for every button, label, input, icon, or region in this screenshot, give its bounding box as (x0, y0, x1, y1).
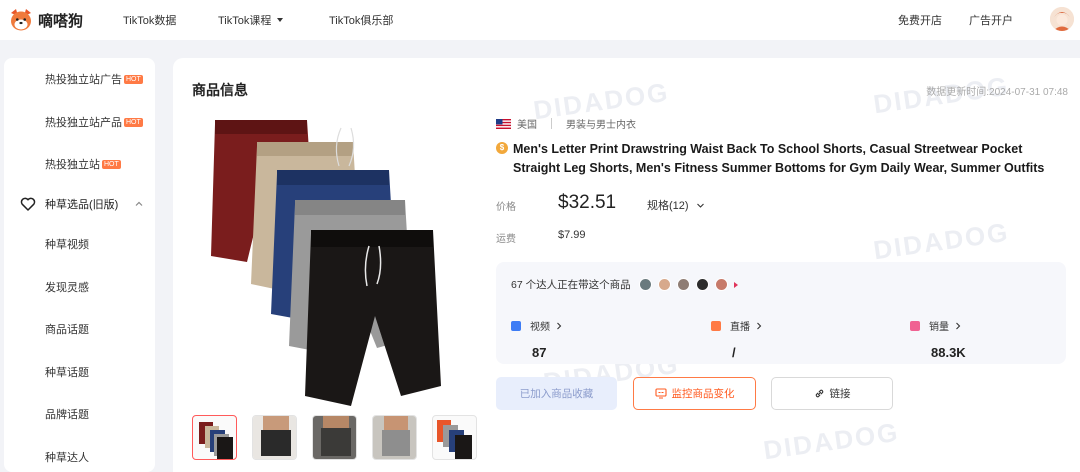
creators-count-text: 67 个达人正在带这个商品 (511, 279, 631, 291)
logo-text: 嘀嗒狗 (38, 12, 84, 30)
product-title-row: $ Men's Letter Print Drawstring Waist Ba… (496, 140, 1056, 178)
thumbnail[interactable] (432, 415, 477, 460)
shipping-label: 运费 (496, 234, 516, 245)
sidebar-item-hot-products[interactable]: 热投独立站产品 HOT (45, 114, 143, 130)
sidebar-item-hot-sites[interactable]: 热投独立站 HOT (45, 156, 121, 172)
chevron-right-icon (956, 322, 961, 329)
nav-tiktok-course-label: TikTok课程 (218, 15, 272, 27)
thumbnail[interactable] (252, 415, 297, 460)
stat-live[interactable]: 直播 / (711, 318, 762, 360)
sidebar-item-inspiration[interactable]: 发现灵感 (45, 279, 89, 295)
stat-videos[interactable]: 视频 87 (511, 318, 562, 360)
chevron-up-icon (135, 201, 143, 206)
data-update-time: 数据更新时间:2024-07-31 07:48 (926, 87, 1068, 98)
hot-badge: HOT (124, 74, 143, 84)
section-title: 商品信息 (192, 82, 248, 98)
link-button-label: 链接 (829, 388, 851, 400)
stat-value: / (732, 345, 736, 360)
creator-avatar (638, 278, 652, 291)
thumbnail[interactable] (372, 415, 417, 460)
chevron-down-icon (696, 203, 704, 208)
dog-logo-icon (11, 9, 31, 31)
sales-icon (910, 320, 920, 331)
stat-sales[interactable]: 销量 88.3K (910, 318, 966, 360)
product-price: $32.51 (558, 192, 617, 213)
sidebar-group-seeding[interactable]: 种草选品(旧版) (20, 196, 144, 212)
spec-dropdown[interactable]: 规格(12) (647, 197, 705, 213)
thumbnail[interactable] (192, 415, 237, 460)
sidebar: 热投独立站广告 HOT 热投独立站产品 HOT 热投独立站 HOT 种草选品(旧… (4, 58, 155, 472)
sidebar-group-label: 种草选品(旧版) (45, 199, 119, 211)
free-store-link[interactable]: 免费开店 (898, 12, 942, 28)
divider (551, 118, 552, 129)
chevron-right-icon (557, 322, 562, 329)
logo[interactable]: 嘀嗒狗 (8, 7, 83, 33)
user-avatar[interactable] (1050, 7, 1074, 31)
heart-icon (20, 197, 36, 211)
watermark: DIDADOG (871, 216, 1012, 266)
shipping-fee: $7.99 (558, 229, 586, 241)
product-main-image[interactable] (211, 116, 473, 406)
price-label: 价格 (496, 202, 516, 213)
nav-tiktok-course[interactable]: TikTok课程 (218, 12, 284, 28)
monitor-button-label: 监控商品变化 (671, 388, 735, 400)
creator-avatars (638, 278, 738, 291)
category-label[interactable]: 男装与男士内衣 (566, 116, 636, 131)
more-arrow-icon (733, 281, 738, 288)
nav-tiktok-data[interactable]: TikTok数据 (123, 12, 176, 28)
stat-value: 87 (532, 345, 547, 360)
sidebar-item-seeding-topics[interactable]: 种草话题 (45, 364, 89, 380)
us-flag-icon (496, 118, 511, 129)
nav-tiktok-club[interactable]: TikTok俱乐部 (329, 12, 393, 28)
video-icon (511, 320, 521, 331)
creator-avatar (676, 278, 690, 291)
sidebar-item-label: 热投独立站 (45, 159, 100, 171)
thumbnail-image (373, 416, 416, 459)
creators-row[interactable]: 67 个达人正在带这个商品 (511, 277, 738, 292)
thumbnail-strip (192, 415, 492, 460)
sidebar-item-label: 热投独立站广告 (45, 74, 122, 86)
link-icon (815, 389, 823, 398)
thumbnail-image (313, 416, 356, 459)
product-origin: 美国 男装与男士内衣 (496, 116, 636, 131)
sidebar-item-seeding-videos[interactable]: 种草视频 (45, 236, 89, 252)
sidebar-item-label: 热投独立站产品 (45, 117, 122, 129)
hot-badge: HOT (124, 117, 143, 127)
watermark: DIDADOG (761, 416, 902, 466)
thumbnail[interactable] (312, 415, 357, 460)
live-icon (711, 320, 721, 331)
stat-label: 销量 (929, 322, 949, 333)
top-nav-bar: 嘀嗒狗 TikTok数据 TikTok课程 TikTok俱乐部 免费开店 广告开… (0, 0, 1080, 40)
user-avatar-icon (1050, 7, 1074, 31)
monitor-icon (654, 388, 667, 399)
monitor-product-button[interactable]: 监控商品变化 (633, 377, 756, 410)
country-label: 美国 (517, 120, 537, 131)
sidebar-item-product-topics[interactable]: 商品话题 (45, 321, 89, 337)
creator-avatar (714, 278, 728, 291)
caret-down-icon (277, 18, 284, 22)
chevron-right-icon (757, 322, 762, 329)
hot-badge: HOT (102, 159, 121, 169)
dollar-coin-icon: $ (496, 142, 508, 154)
stat-label: 直播 (730, 322, 750, 333)
sidebar-item-seeding-creators[interactable]: 种草达人 (45, 449, 89, 465)
sidebar-item-hot-ads[interactable]: 热投独立站广告 HOT (45, 71, 143, 87)
thumbnail-image (437, 420, 472, 459)
stats-card: 67 个达人正在带这个商品 视频 87 直播 / 销量 88.3K (496, 262, 1066, 364)
link-button[interactable]: 链接 (771, 377, 893, 410)
creator-avatar (657, 278, 671, 291)
shorts-black (305, 230, 441, 406)
sidebar-item-brand-topics[interactable]: 品牌话题 (45, 406, 89, 422)
product-info-panel: DIDADOG DIDADOG DIDADOG DIDADOG DIDADOG … (173, 58, 1080, 472)
thumbnail-image (253, 416, 296, 459)
stat-label: 视频 (530, 322, 550, 333)
thumbnail-image (199, 422, 233, 459)
ad-account-link[interactable]: 广告开户 (969, 12, 1013, 28)
creator-avatar (695, 278, 709, 291)
stat-value: 88.3K (931, 345, 966, 360)
added-to-favorites-button[interactable]: 已加入商品收藏 (496, 377, 617, 410)
product-title[interactable]: Men's Letter Print Drawstring Waist Back… (513, 140, 1056, 178)
spec-label: 规格(12) (647, 200, 689, 212)
